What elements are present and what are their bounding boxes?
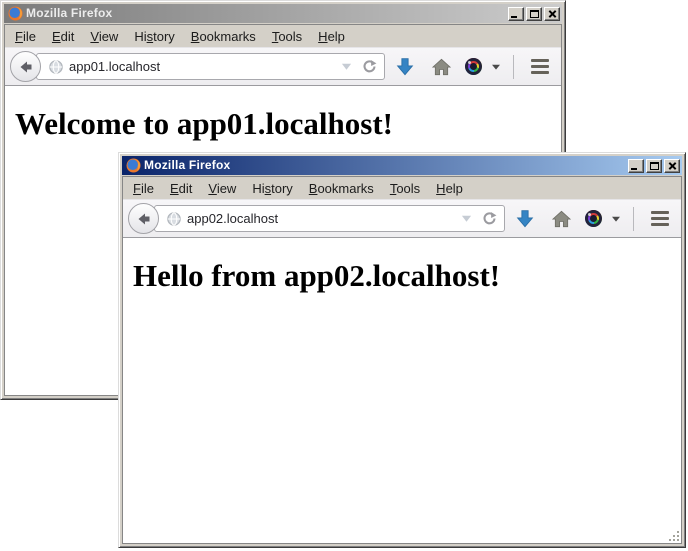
home-icon	[432, 58, 451, 76]
back-arrow-icon	[18, 59, 34, 75]
addon-button[interactable]	[581, 203, 623, 235]
menu-item-tools[interactable]: Tools	[264, 27, 310, 46]
color-wheel-icon	[465, 58, 482, 75]
url-bar[interactable]: app01.localhost	[36, 53, 385, 80]
download-button[interactable]	[389, 51, 421, 83]
close-icon	[668, 162, 677, 170]
maximize-button[interactable]	[526, 7, 542, 21]
menu-item-bookmarks[interactable]: Bookmarks	[301, 179, 382, 198]
url-text: app02.localhost	[187, 211, 278, 226]
download-button[interactable]	[509, 203, 541, 235]
caret-down-icon	[492, 64, 500, 70]
menu-button[interactable]	[644, 203, 676, 235]
title-bar[interactable]: Mozilla Firefox	[122, 156, 682, 175]
nav-toolbar: app01.localhost	[5, 47, 561, 86]
page-heading: Welcome to app01.localhost!	[15, 106, 561, 142]
close-icon	[548, 10, 557, 18]
download-icon	[516, 209, 534, 228]
url-dropdown-button[interactable]	[459, 214, 474, 223]
menu-item-view[interactable]: View	[82, 27, 126, 46]
menu-bar: FileEditViewHistoryBookmarksToolsHelp	[123, 177, 681, 199]
menu-item-bookmarks[interactable]: Bookmarks	[183, 27, 264, 46]
window-title: Mozilla Firefox	[26, 4, 505, 23]
addon-button[interactable]	[461, 51, 503, 83]
globe-icon	[49, 60, 63, 74]
maximize-icon	[650, 162, 659, 170]
home-button[interactable]	[425, 51, 457, 83]
menu-bar: FileEditViewHistoryBookmarksToolsHelp	[5, 25, 561, 47]
close-button[interactable]	[544, 7, 560, 21]
maximize-icon	[530, 10, 539, 18]
menu-item-help[interactable]: Help	[428, 179, 471, 198]
url-bar[interactable]: app02.localhost	[154, 205, 505, 232]
dropdown-triangle-icon	[341, 62, 352, 71]
content-area: Hello from app02.localhost!	[123, 238, 681, 543]
menu-item-edit[interactable]: Edit	[162, 179, 200, 198]
home-button[interactable]	[545, 203, 577, 235]
menu-item-edit[interactable]: Edit	[44, 27, 82, 46]
menu-item-help[interactable]: Help	[310, 27, 353, 46]
client-area: FileEditViewHistoryBookmarksToolsHelp ap…	[122, 176, 682, 544]
globe-icon	[167, 212, 181, 226]
window-controls	[508, 7, 560, 21]
minimize-button[interactable]	[508, 7, 524, 21]
menu-button[interactable]	[524, 51, 556, 83]
toolbar-separator	[513, 55, 514, 79]
url-dropdown-button[interactable]	[339, 62, 354, 71]
minimize-icon	[631, 168, 637, 170]
menu-item-tools[interactable]: Tools	[382, 179, 428, 198]
toolbar-separator	[633, 207, 634, 231]
menu-item-file[interactable]: File	[125, 179, 162, 198]
firefox-window-front: Mozilla Firefox FileEditViewHistoryBookm…	[118, 152, 686, 548]
dropdown-triangle-icon	[461, 214, 472, 223]
minimize-button[interactable]	[628, 159, 644, 173]
window-controls	[628, 159, 680, 173]
download-icon	[396, 57, 414, 76]
reload-icon	[482, 211, 497, 226]
reload-button[interactable]	[480, 211, 499, 226]
reload-icon	[362, 59, 377, 74]
caret-down-icon	[612, 216, 620, 222]
firefox-logo-icon	[7, 6, 23, 22]
back-arrow-icon	[136, 211, 152, 227]
back-button[interactable]	[10, 51, 41, 82]
color-wheel-icon	[585, 210, 602, 227]
title-bar[interactable]: Mozilla Firefox	[4, 4, 562, 23]
menu-item-view[interactable]: View	[200, 179, 244, 198]
resize-grip[interactable]	[667, 529, 680, 542]
hamburger-icon	[531, 59, 549, 74]
firefox-logo-icon	[125, 158, 141, 174]
window-title: Mozilla Firefox	[144, 156, 625, 175]
menu-item-history[interactable]: History	[126, 27, 182, 46]
menu-item-file[interactable]: File	[7, 27, 44, 46]
hamburger-icon	[651, 211, 669, 226]
page-heading: Hello from app02.localhost!	[133, 258, 681, 294]
back-button[interactable]	[128, 203, 159, 234]
close-button[interactable]	[664, 159, 680, 173]
reload-button[interactable]	[360, 59, 379, 74]
home-icon	[552, 210, 571, 228]
menu-item-history[interactable]: History	[244, 179, 300, 198]
nav-toolbar: app02.localhost	[123, 199, 681, 238]
url-text: app01.localhost	[69, 59, 160, 74]
minimize-icon	[511, 16, 517, 18]
maximize-button[interactable]	[646, 159, 662, 173]
